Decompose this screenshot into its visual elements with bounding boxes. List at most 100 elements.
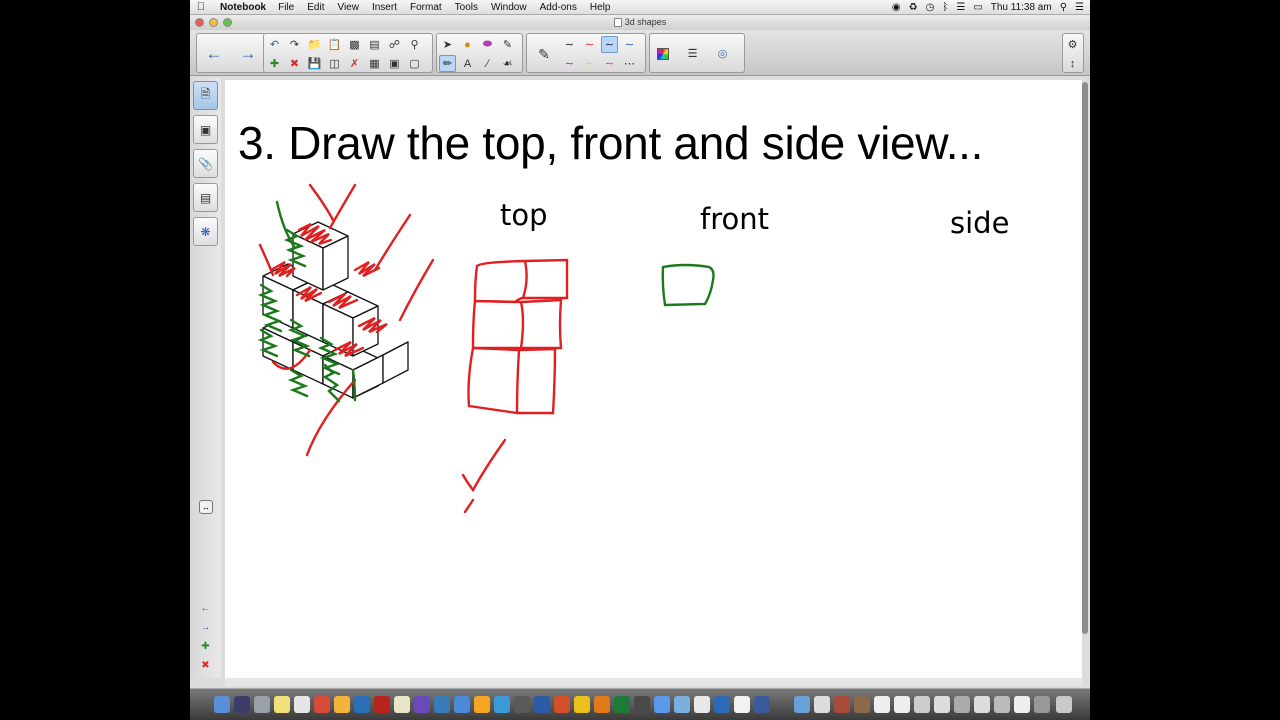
paste-icon[interactable]: 📋	[326, 36, 343, 53]
preview-icon[interactable]	[294, 696, 310, 713]
magic-pen-icon[interactable]: ✎	[499, 36, 516, 53]
properties-icon[interactable]: ▤	[193, 183, 218, 212]
recent-file-4-icon[interactable]	[934, 696, 950, 713]
xcode-icon[interactable]	[714, 696, 730, 713]
photo-booth-icon[interactable]	[314, 696, 330, 713]
powerpoint-icon[interactable]	[554, 696, 570, 713]
chrome-icon[interactable]	[574, 696, 590, 713]
image-stack-icon[interactable]	[834, 696, 850, 713]
menu-file[interactable]: File	[278, 2, 294, 13]
gallery-icon[interactable]: ▣	[193, 115, 218, 144]
shapes-icon[interactable]: ●	[459, 36, 476, 53]
next-page-icon[interactable]: →	[199, 621, 212, 633]
table-icon[interactable]: ▦	[366, 55, 383, 72]
notifications-icon[interactable]: ☰	[1075, 2, 1084, 13]
recent-file-2-icon[interactable]	[894, 696, 910, 713]
textedit-icon[interactable]	[394, 696, 410, 713]
spotlight-icon[interactable]: ⚲	[1060, 2, 1067, 13]
launchpad-icon[interactable]	[234, 696, 250, 713]
recent-file-1-icon[interactable]	[874, 696, 890, 713]
safari-icon[interactable]	[494, 696, 510, 713]
system-preferences-icon[interactable]	[254, 696, 270, 713]
calendar-icon[interactable]	[694, 696, 710, 713]
fill-icon[interactable]: ☙	[499, 55, 516, 72]
recent-file-3-icon[interactable]	[914, 696, 930, 713]
color-palette-icon[interactable]	[654, 45, 671, 62]
delete-icon[interactable]: ✗	[346, 55, 363, 72]
pen-style-navy-icon[interactable]: ∼	[621, 36, 638, 53]
firefox-icon[interactable]	[594, 696, 610, 713]
pen-style-magenta-icon[interactable]: ∼	[601, 55, 618, 72]
notes-icon[interactable]	[274, 696, 290, 713]
pen-style-yellow-icon[interactable]: ∼	[581, 55, 598, 72]
clock[interactable]: Thu 11:38 am	[991, 2, 1052, 13]
vertical-scrollbar[interactable]	[1082, 82, 1088, 634]
quicktime-icon[interactable]	[754, 696, 770, 713]
text-icon[interactable]: A	[459, 55, 476, 72]
document-camera-icon[interactable]: ☍	[386, 36, 403, 53]
page-sorter-icon[interactable]: 🗎	[193, 81, 218, 110]
pen-style-blue-icon[interactable]: ∼	[601, 36, 618, 53]
menu-addons[interactable]: Add-ons	[540, 2, 577, 13]
screen-shade-icon[interactable]: ◫	[326, 55, 343, 72]
drive-icon[interactable]	[334, 696, 350, 713]
transparency-icon[interactable]: ◎	[714, 45, 731, 62]
display-icon[interactable]: ▢	[406, 55, 423, 72]
vlc-icon[interactable]	[474, 696, 490, 713]
itunes-icon[interactable]	[414, 696, 430, 713]
close-window-button[interactable]	[195, 18, 204, 27]
downloads-icon[interactable]	[854, 696, 870, 713]
recent-file-7-icon[interactable]	[994, 696, 1010, 713]
smart-notebook-icon[interactable]	[514, 696, 530, 713]
zoom-window-button[interactable]	[223, 18, 232, 27]
select-icon[interactable]: ➤	[439, 36, 456, 53]
add-page-icon[interactable]: ✚	[266, 55, 283, 72]
menu-window[interactable]: Window	[491, 2, 527, 13]
menu-help[interactable]: Help	[590, 2, 611, 13]
delete-page-icon[interactable]: ✖	[286, 55, 303, 72]
apple-icon[interactable]: 	[190, 1, 212, 13]
battery-icon[interactable]: ▭	[973, 2, 982, 13]
pen-style-red-icon[interactable]: ∼	[581, 36, 598, 53]
previous-page-icon[interactable]: ←	[199, 602, 212, 614]
messages-icon[interactable]	[654, 696, 670, 713]
recent-file-8-icon[interactable]	[1014, 696, 1030, 713]
pen-style-purple-icon[interactable]: ∼	[561, 55, 578, 72]
save-icon[interactable]: 💾	[306, 55, 323, 72]
mail-icon[interactable]	[354, 696, 370, 713]
folder-icon[interactable]	[794, 696, 810, 713]
menu-view[interactable]: View	[337, 2, 359, 13]
wifi-icon[interactable]: ☰	[956, 2, 965, 13]
recent-file-6-icon[interactable]	[974, 696, 990, 713]
menu-insert[interactable]: Insert	[372, 2, 397, 13]
add-page-side-icon[interactable]: ✚	[199, 640, 212, 652]
activity-monitor-icon[interactable]	[634, 696, 650, 713]
toolbar-position-icon[interactable]: ↕	[1064, 55, 1081, 72]
photos-icon[interactable]	[374, 696, 390, 713]
eraser-icon[interactable]: ⬬	[479, 36, 496, 53]
acrobat-icon[interactable]	[734, 696, 750, 713]
full-screen-icon[interactable]: ▣	[386, 55, 403, 72]
back-icon[interactable]: ←	[200, 36, 228, 72]
open-icon[interactable]: 📁	[306, 36, 323, 53]
menu-edit[interactable]: Edit	[307, 2, 324, 13]
excel-icon[interactable]	[614, 696, 630, 713]
record-icon[interactable]: ◉	[892, 2, 901, 13]
notebook-page[interactable]: 3. Draw the top, front and side view... …	[225, 80, 1082, 678]
recent-file-5-icon[interactable]	[954, 696, 970, 713]
attachments-icon[interactable]: 📎	[193, 149, 218, 178]
screen-capture-icon[interactable]: ▤	[366, 36, 383, 53]
sync-icon[interactable]: ♻	[909, 2, 918, 13]
line-icon[interactable]: ∕	[479, 55, 496, 72]
menu-format[interactable]: Format	[410, 2, 442, 13]
finder-icon[interactable]	[214, 696, 230, 713]
addons-icon[interactable]: ❋	[193, 217, 218, 246]
minimize-window-button[interactable]	[209, 18, 218, 27]
trash-icon[interactable]	[1056, 696, 1072, 713]
pen-style-black-icon[interactable]: ∼	[561, 36, 578, 53]
facetime-icon[interactable]	[674, 696, 690, 713]
zoom-icon[interactable]: ⚲	[406, 36, 423, 53]
pen-icon[interactable]: ✏	[439, 55, 456, 72]
undo-icon[interactable]: ↶	[266, 36, 283, 53]
collapse-sidebar-icon[interactable]: ↔	[199, 500, 213, 514]
